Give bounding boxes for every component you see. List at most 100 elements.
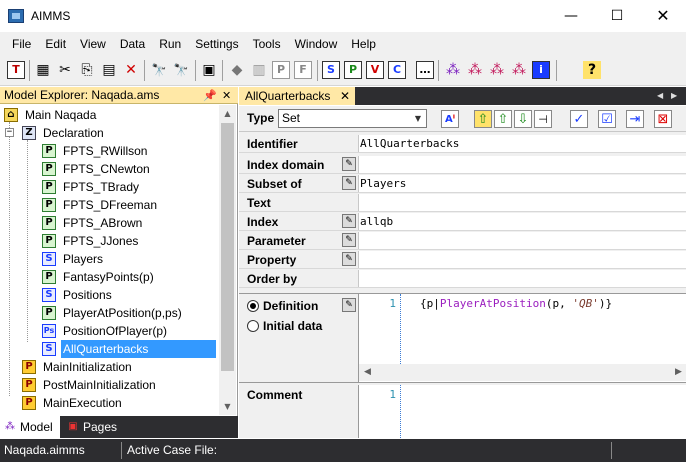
- tab-all-quarterbacks[interactable]: AllQuarterbacks ✕: [239, 87, 355, 105]
- delete-icon[interactable]: ✕: [122, 61, 140, 79]
- tab-model-label: Model: [20, 420, 53, 434]
- scroll-right-icon[interactable]: ▶: [670, 364, 686, 381]
- menu-view[interactable]: View: [73, 32, 113, 56]
- menu-tools[interactable]: Tools: [246, 32, 288, 56]
- expand-structure-icon[interactable]: ⊣: [534, 110, 552, 128]
- wizard-icon[interactable]: ✎: [342, 176, 356, 190]
- attr-row-index-domain: Index domain ✎: [239, 155, 686, 174]
- view-manager-icon[interactable]: ⁂: [466, 61, 484, 79]
- properties-icon[interactable]: ▣: [200, 61, 218, 79]
- new-set-icon[interactable]: S: [322, 61, 340, 79]
- wizard-icon[interactable]: ✎: [342, 233, 356, 247]
- new-parameter-icon[interactable]: P: [344, 61, 362, 79]
- definition-horizontal-scrollbar[interactable]: ◀ ▶: [359, 364, 686, 381]
- data-manager-icon[interactable]: ⁂: [488, 61, 506, 79]
- title-bar: AIMMS — ☐ ✕: [0, 0, 686, 32]
- menu-settings[interactable]: Settings: [188, 32, 245, 56]
- definition-code-line[interactable]: {p|PlayerAtPosition(p, 'QB')}: [420, 297, 612, 310]
- parameter-icon: P: [42, 216, 56, 230]
- info-icon[interactable]: i: [532, 61, 550, 79]
- discard-close-icon[interactable]: ⊠: [654, 110, 672, 128]
- index-domain-field[interactable]: [358, 156, 686, 173]
- tab-scroll-left-icon[interactable]: ◀: [657, 87, 663, 105]
- subset-of-field[interactable]: Players: [358, 175, 686, 192]
- scroll-up-icon[interactable]: ▲: [219, 105, 236, 122]
- close-button[interactable]: ✕: [640, 0, 686, 32]
- toolbar-separator: [556, 60, 557, 81]
- save-all-icon[interactable]: ▦: [34, 61, 52, 79]
- collapse-declaration-icon[interactable]: −: [5, 128, 14, 137]
- page-icon[interactable]: P: [272, 61, 290, 79]
- model-explorer-panel: Model Explorer: Naqada.ams 📌 ✕ ⌂ Main Na…: [0, 87, 238, 438]
- parameter-icon: P: [42, 144, 56, 158]
- help-icon[interactable]: ?: [583, 61, 601, 79]
- order-by-field[interactable]: [358, 270, 686, 287]
- tab-pages[interactable]: ▣ Pages: [63, 416, 123, 438]
- paste-icon[interactable]: ▤: [100, 61, 118, 79]
- new-variable-icon[interactable]: V: [366, 61, 384, 79]
- wizard-icon[interactable]: ✎: [342, 157, 356, 171]
- scroll-down-icon[interactable]: ▼: [219, 398, 236, 415]
- menu-file[interactable]: File: [5, 32, 38, 56]
- menu-help[interactable]: Help: [344, 32, 383, 56]
- move-top-icon[interactable]: ⇧: [494, 110, 512, 128]
- identifier-field[interactable]: AllQuarterbacks: [358, 135, 686, 152]
- status-divider: [611, 442, 612, 459]
- toolbar-separator: [29, 60, 30, 81]
- definition-editor[interactable]: 1 {p|PlayerAtPosition(p, 'QB')} ◀ ▶: [358, 294, 686, 382]
- menu-run[interactable]: Run: [152, 32, 188, 56]
- menu-edit[interactable]: Edit: [38, 32, 73, 56]
- tab-scroll-right-icon[interactable]: ▶: [671, 87, 677, 105]
- rename-icon[interactable]: Aᴵ: [441, 110, 459, 128]
- initial-data-label: Initial data: [263, 319, 323, 333]
- type-select[interactable]: Set ▼: [278, 109, 427, 128]
- new-constraint-icon[interactable]: C: [388, 61, 406, 79]
- window-title: AIMMS: [31, 9, 71, 23]
- title-toolbar-icon[interactable]: T: [7, 61, 25, 79]
- check-icon[interactable]: ✓: [570, 110, 588, 128]
- parameter-icon: P: [42, 162, 56, 176]
- panel-close-icon[interactable]: ✕: [222, 87, 231, 104]
- scrollbar-thumb[interactable]: [221, 123, 234, 371]
- wizard-icon[interactable]: ✎: [342, 214, 356, 228]
- scroll-left-icon[interactable]: ◀: [359, 364, 376, 381]
- find-icon[interactable]: 🔭: [150, 61, 168, 79]
- cut-icon[interactable]: ✂: [56, 61, 74, 79]
- function-icon[interactable]: F: [294, 61, 312, 79]
- identifier-selector-icon[interactable]: ⁂: [444, 61, 462, 79]
- chevron-down-icon[interactable]: ▼: [410, 110, 426, 127]
- tree-item-all-quarterbacks[interactable]: S AllQuarterbacks: [42, 340, 218, 358]
- tree-item-label: FPTS_DFreeman: [63, 198, 158, 212]
- case-manager-icon[interactable]: ⁂: [510, 61, 528, 79]
- wizard-icon[interactable]: ✎: [342, 252, 356, 266]
- parameter-icon: P: [42, 180, 56, 194]
- data-page-icon[interactable]: ▥: [250, 61, 268, 79]
- menu-window[interactable]: Window: [288, 32, 345, 56]
- attr-label: Order by: [247, 272, 298, 286]
- model-explorer-header: Model Explorer: Naqada.ams 📌 ✕: [0, 87, 238, 104]
- identifier-icon[interactable]: ◆: [228, 61, 246, 79]
- parameter-field[interactable]: [358, 232, 686, 249]
- copy-icon[interactable]: ⎘: [78, 61, 96, 79]
- tab-model[interactable]: ⁂ Model: [0, 416, 60, 438]
- tree-item-label: MainExecution: [43, 396, 122, 410]
- index-field[interactable]: allqb: [358, 213, 686, 230]
- commit-close-icon[interactable]: ⇥: [626, 110, 644, 128]
- move-down-icon[interactable]: ⇩: [514, 110, 532, 128]
- tree-vertical-scrollbar[interactable]: ▲ ▼: [219, 105, 236, 415]
- more-identifiers-icon[interactable]: …: [416, 61, 434, 79]
- text-field[interactable]: [358, 194, 686, 211]
- property-field[interactable]: [358, 251, 686, 268]
- comment-editor[interactable]: 1: [358, 385, 686, 438]
- doc-tab-close-icon[interactable]: ✕: [340, 87, 350, 105]
- radio-on-icon[interactable]: [247, 300, 259, 312]
- wizard-icon[interactable]: ✎: [342, 298, 356, 312]
- check-commit-icon[interactable]: ☑: [598, 110, 616, 128]
- maximize-button[interactable]: ☐: [594, 0, 640, 32]
- radio-off-icon[interactable]: [247, 320, 259, 332]
- move-up-icon[interactable]: ⇧: [474, 110, 492, 128]
- pin-icon[interactable]: 📌: [203, 87, 217, 104]
- minimize-button[interactable]: —: [548, 0, 594, 32]
- menu-data[interactable]: Data: [113, 32, 152, 56]
- find-next-icon[interactable]: 🔭: [172, 61, 190, 79]
